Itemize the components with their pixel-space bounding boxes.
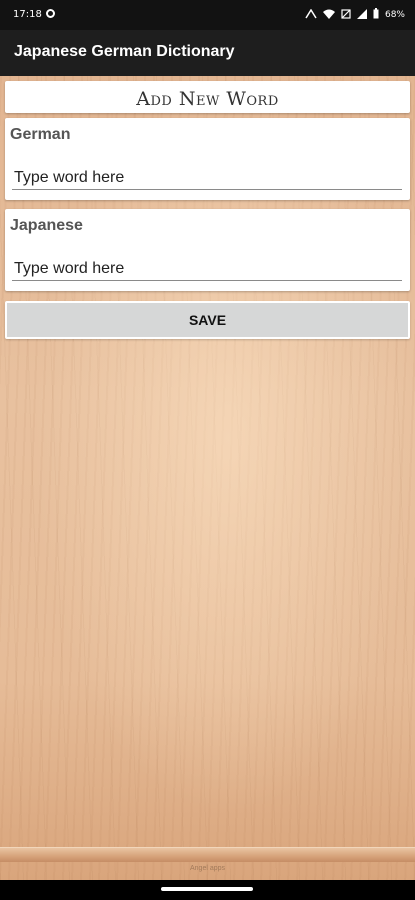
add-word-header-card: Add New Word [5,81,410,113]
hotspot-icon [305,8,317,22]
app-bar: Japanese German Dictionary [0,30,415,76]
notification-icon [46,9,55,18]
japanese-input[interactable] [12,257,402,281]
wifi-icon [322,9,335,22]
status-icons: 68% [305,8,405,22]
german-label: German [10,126,71,143]
status-bar: 17:18 68% [0,0,415,30]
signal-icon [356,8,367,22]
mute-icon [341,8,351,22]
battery-percent: 68% [384,10,405,20]
battery-icon [373,8,379,22]
german-field-card: German [5,118,410,200]
shelf-text: Angel apps [189,865,226,872]
wood-background: Add New Word German Japanese SAVE Angel … [0,76,415,880]
status-time: 17:18 [13,9,42,20]
home-gesture-handle[interactable] [161,887,253,891]
japanese-label: Japanese [10,217,83,234]
german-input[interactable] [12,166,402,190]
app-title: Japanese German Dictionary [14,43,235,60]
save-button[interactable]: SAVE [5,301,410,339]
japanese-field-card: Japanese [5,209,410,291]
wood-shelf [0,847,415,862]
page-title: Add New Word [136,88,279,110]
navigation-bar [0,880,415,900]
